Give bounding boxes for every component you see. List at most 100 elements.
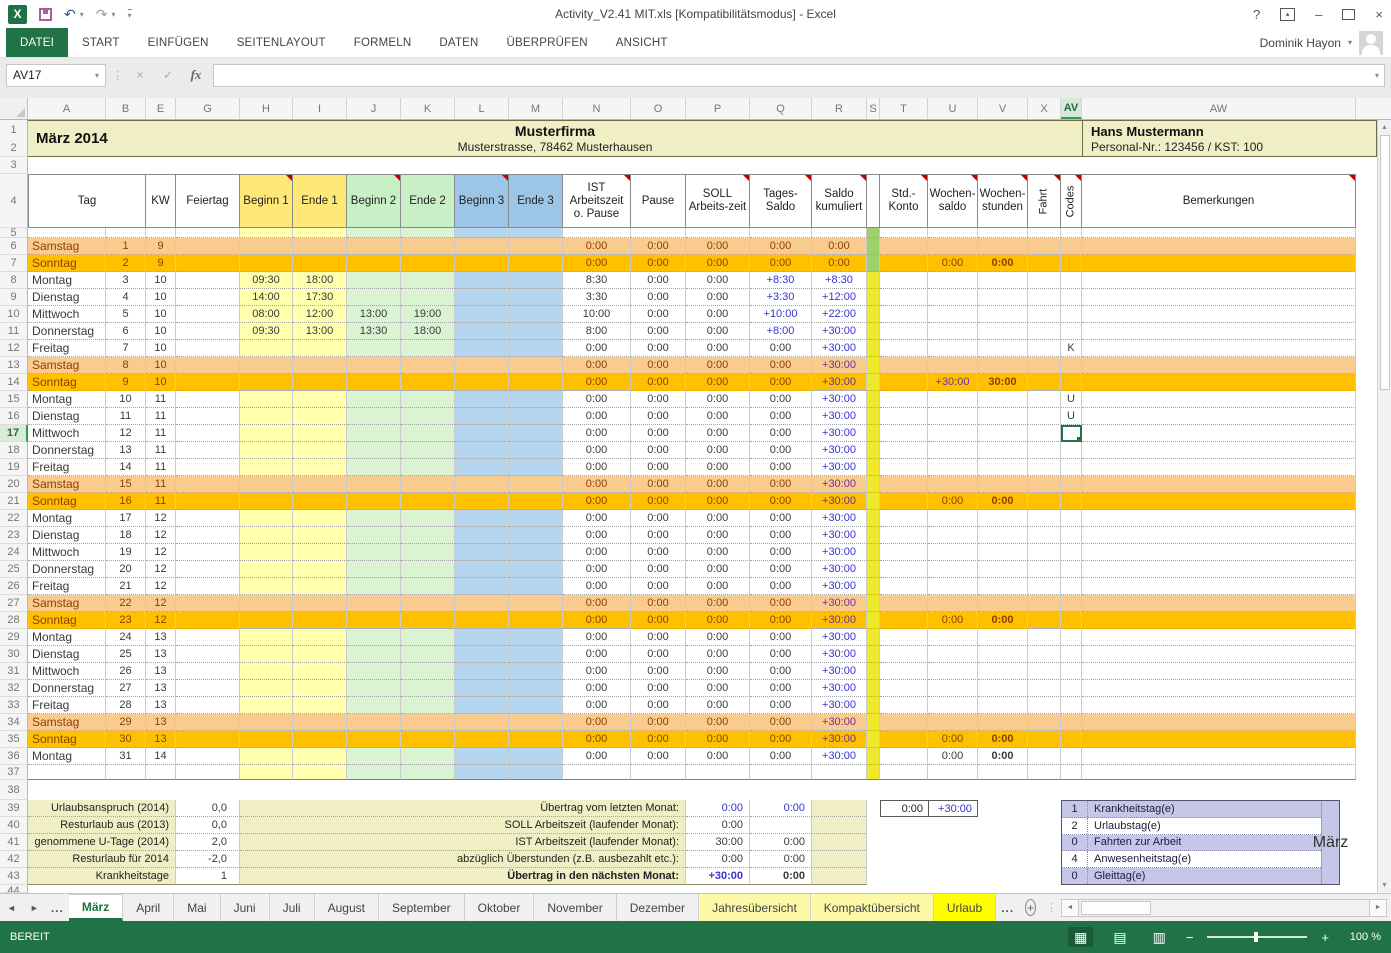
cell-r11-soll[interactable]: 0:00: [686, 323, 750, 340]
cell-r30-e2[interactable]: [401, 646, 455, 663]
row-header-16[interactable]: 16: [0, 408, 28, 425]
horizontal-scroll-thumb[interactable]: [1081, 901, 1151, 915]
cell-r29-s[interactable]: [867, 629, 880, 646]
cell-r30-b3[interactable]: [455, 646, 509, 663]
cell-r12-e3[interactable]: [509, 340, 563, 357]
cell-r32-wst[interactable]: [978, 680, 1028, 697]
sheet-tab-urlaub[interactable]: Urlaub: [934, 894, 996, 921]
cell-r23-sal[interactable]: +30:00: [812, 527, 867, 544]
ribbon-display-options-icon[interactable]: ▴: [1280, 8, 1295, 21]
cell-r23-s[interactable]: [867, 527, 880, 544]
cell-r33-soll[interactable]: 0:00: [686, 697, 750, 714]
cell-r18-e2[interactable]: [401, 442, 455, 459]
cell-r6-code[interactable]: [1061, 238, 1082, 255]
cell-r7-tag[interactable]: 0:00: [750, 255, 812, 272]
cell-r23-b3[interactable]: [455, 527, 509, 544]
cell-r9-b1[interactable]: 14:00: [240, 289, 293, 306]
cell-r6-soll[interactable]: 0:00: [686, 238, 750, 255]
cell-r16-bem[interactable]: [1082, 408, 1356, 425]
cell-r32-ist[interactable]: 0:00: [563, 680, 631, 697]
cell-r26-soll[interactable]: 0:00: [686, 578, 750, 595]
cell-r8-b3[interactable]: [455, 272, 509, 289]
row-header-40[interactable]: 40: [0, 817, 28, 834]
cell-r21-e1[interactable]: [293, 493, 347, 510]
cell-r19-std[interactable]: [880, 459, 928, 476]
sheet-tab-april[interactable]: April: [123, 894, 174, 921]
cell-r14-b3[interactable]: [455, 374, 509, 391]
cell-r28-hol[interactable]: [176, 612, 240, 629]
cell-r31-std[interactable]: [880, 663, 928, 680]
row-header-19[interactable]: 19: [0, 459, 28, 476]
cell-r26-hol[interactable]: [176, 578, 240, 595]
row-header-17[interactable]: 17: [0, 425, 28, 442]
cell-r10-e1[interactable]: 12:00: [293, 306, 347, 323]
row-headers-1-2[interactable]: 12: [0, 120, 28, 157]
cancel-icon[interactable]: ×: [129, 68, 151, 82]
cell-r33-b3[interactable]: [455, 697, 509, 714]
cell-r33-date[interactable]: 28: [106, 697, 146, 714]
cell-r33-b2[interactable]: [347, 697, 401, 714]
cell-r27-s[interactable]: [867, 595, 880, 612]
cell-r6-e3[interactable]: [509, 238, 563, 255]
cell-r28-wst[interactable]: 0:00: [978, 612, 1028, 629]
cell-r31-b3[interactable]: [455, 663, 509, 680]
cell-r19-b2[interactable]: [347, 459, 401, 476]
cell-r17-pau[interactable]: 0:00: [631, 425, 686, 442]
cell-r16-e2[interactable]: [401, 408, 455, 425]
cell-r28-code[interactable]: [1061, 612, 1082, 629]
cell-r11-date[interactable]: 6: [106, 323, 146, 340]
cell-r19-code[interactable]: [1061, 459, 1082, 476]
cell-r9-pau[interactable]: 0:00: [631, 289, 686, 306]
cell-r31-pau[interactable]: 0:00: [631, 663, 686, 680]
cell-r19-e2[interactable]: [401, 459, 455, 476]
ribbon-tab-formeln[interactable]: FORMELN: [340, 28, 426, 57]
cell-r10-day[interactable]: Mittwoch: [28, 306, 106, 323]
cell-r14-pau[interactable]: 0:00: [631, 374, 686, 391]
cell-r13-soll[interactable]: 0:00: [686, 357, 750, 374]
cell-r26-e1[interactable]: [293, 578, 347, 595]
cell-r24-b3[interactable]: [455, 544, 509, 561]
cell-r14-s[interactable]: [867, 374, 880, 391]
ribbon-tab-seitenlayout[interactable]: SEITENLAYOUT: [223, 28, 340, 57]
cell-r29-pau[interactable]: 0:00: [631, 629, 686, 646]
cell-r10-hol[interactable]: [176, 306, 240, 323]
cell-r37-wst[interactable]: [978, 765, 1028, 780]
cell-r24-ist[interactable]: 0:00: [563, 544, 631, 561]
cell-r22-std[interactable]: [880, 510, 928, 527]
cell-r12-hol[interactable]: [176, 340, 240, 357]
cell-r33-std[interactable]: [880, 697, 928, 714]
cell-r36-b3[interactable]: [455, 748, 509, 765]
cell-r35-day[interactable]: Sonntag: [28, 731, 106, 748]
column-header-O[interactable]: O: [631, 98, 686, 119]
cell-r24-day[interactable]: Mittwoch: [28, 544, 106, 561]
cell-r31-e2[interactable]: [401, 663, 455, 680]
horizontal-scroll-track[interactable]: [1079, 899, 1369, 917]
cell-r12-std[interactable]: [880, 340, 928, 357]
cell-r31-b1[interactable]: [240, 663, 293, 680]
row-header-23[interactable]: 23: [0, 527, 28, 544]
cell-r26-ist[interactable]: 0:00: [563, 578, 631, 595]
cell-r28-b3[interactable]: [455, 612, 509, 629]
cell-r25-ws[interactable]: [928, 561, 978, 578]
cell-r13-kw[interactable]: 10: [146, 357, 176, 374]
cell-r15-kw[interactable]: 11: [146, 391, 176, 408]
cell-r16-pau[interactable]: 0:00: [631, 408, 686, 425]
cell-r10-std[interactable]: [880, 306, 928, 323]
cell-r25-wst[interactable]: [978, 561, 1028, 578]
cell-r28-e1[interactable]: [293, 612, 347, 629]
cell-r7-b2[interactable]: [347, 255, 401, 272]
cell-r35-b1[interactable]: [240, 731, 293, 748]
cell-r21-code[interactable]: [1061, 493, 1082, 510]
cell-r27-std[interactable]: [880, 595, 928, 612]
cell-r18-s[interactable]: [867, 442, 880, 459]
cell-r23-b2[interactable]: [347, 527, 401, 544]
help-icon[interactable]: ?: [1253, 7, 1260, 22]
cell-r24-sal[interactable]: +30:00: [812, 544, 867, 561]
cell-r5-sal[interactable]: [812, 228, 867, 238]
cell-r36-tag[interactable]: 0:00: [750, 748, 812, 765]
cell-r31-kw[interactable]: 13: [146, 663, 176, 680]
cell-r15-code[interactable]: U: [1061, 391, 1082, 408]
cell-r32-kw[interactable]: 13: [146, 680, 176, 697]
cell-r29-code[interactable]: [1061, 629, 1082, 646]
cell-r15-hol[interactable]: [176, 391, 240, 408]
